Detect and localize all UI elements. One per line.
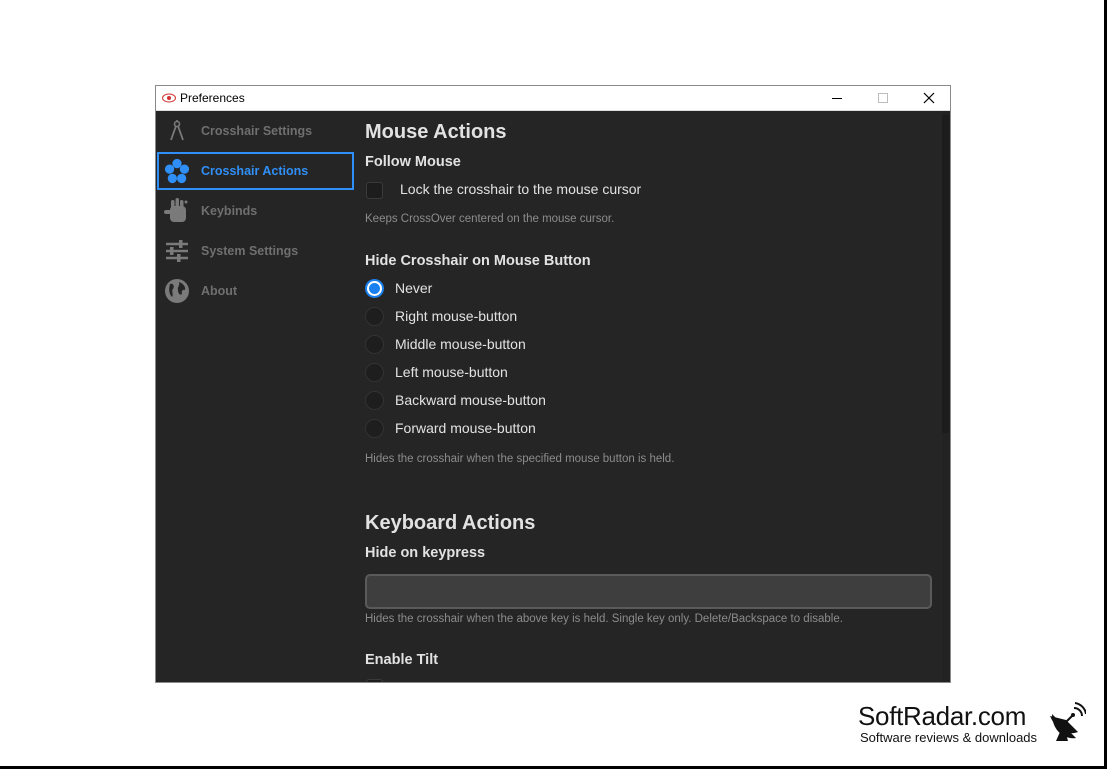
section-heading-keyboard-actions: Keyboard Actions bbox=[365, 512, 536, 534]
hide-on-keypress-heading: Hide on keypress bbox=[365, 545, 486, 561]
satellite-dish-icon bbox=[1050, 702, 1086, 741]
sidebar-item-label: Crosshair Actions bbox=[201, 164, 309, 178]
radio-right-mouse-button[interactable] bbox=[365, 307, 384, 326]
sidebar-item-label: System Settings bbox=[201, 244, 299, 258]
sidebar-item-label: Crosshair Settings bbox=[201, 124, 313, 138]
settings-content: Mouse Actions Follow Mouse Lock the cros… bbox=[355, 111, 942, 682]
hide-on-button-heading: Hide Crosshair on Mouse Button bbox=[365, 253, 591, 269]
minimize-icon bbox=[832, 98, 842, 99]
watermark-title: SoftRadar.com bbox=[858, 701, 1027, 731]
hide-on-keypress-description: Hides the crosshair when the above key i… bbox=[365, 613, 843, 625]
close-icon bbox=[923, 92, 935, 104]
preferences-window: Preferences Crosshair Settings Crosshair… bbox=[155, 85, 951, 683]
section-heading-mouse-actions: Mouse Actions bbox=[365, 121, 507, 143]
enable-tilt-checkbox[interactable] bbox=[366, 679, 383, 682]
radio-backward-mouse-button[interactable] bbox=[365, 391, 384, 410]
sidebar: Crosshair Settings Crosshair Actions Key… bbox=[156, 111, 355, 682]
scrollbar-thumb[interactable] bbox=[942, 115, 949, 433]
sidebar-item-system-settings[interactable]: System Settings bbox=[157, 232, 354, 270]
radio-label[interactable]: Right mouse-button bbox=[395, 308, 517, 324]
sidebar-item-about[interactable]: About bbox=[157, 272, 354, 310]
enable-tilt-heading: Enable Tilt bbox=[365, 652, 439, 668]
radio-never[interactable] bbox=[365, 279, 384, 298]
radio-middle-mouse-button[interactable] bbox=[365, 335, 384, 354]
maximize-button[interactable] bbox=[860, 86, 906, 110]
lock-crosshair-label[interactable]: Lock the crosshair to the mouse cursor bbox=[400, 181, 641, 197]
sidebar-item-crosshair-actions[interactable]: Crosshair Actions bbox=[157, 152, 354, 190]
radio-left-mouse-button[interactable] bbox=[365, 363, 384, 382]
globe-icon bbox=[164, 278, 190, 304]
window-title: Preferences bbox=[180, 91, 245, 105]
follow-mouse-description: Keeps CrossOver centered on the mouse cu… bbox=[365, 213, 615, 225]
radio-label[interactable]: Forward mouse-button bbox=[395, 420, 536, 436]
minimize-button[interactable] bbox=[814, 86, 860, 110]
close-button[interactable] bbox=[906, 86, 950, 110]
app-eye-icon bbox=[162, 93, 176, 103]
compass-icon bbox=[164, 118, 190, 144]
radio-label[interactable]: Middle mouse-button bbox=[395, 336, 526, 352]
hide-on-button-description: Hides the crosshair when the specified m… bbox=[365, 453, 675, 465]
follow-mouse-heading: Follow Mouse bbox=[365, 154, 461, 170]
radio-label[interactable]: Left mouse-button bbox=[395, 364, 508, 380]
lock-crosshair-checkbox[interactable] bbox=[366, 182, 383, 199]
sliders-icon bbox=[164, 238, 190, 264]
hand-icon bbox=[164, 198, 190, 224]
watermark-subtitle: Software reviews & downloads bbox=[860, 730, 1038, 745]
softradar-watermark: SoftRadar.com Software reviews & downloa… bbox=[858, 700, 1088, 750]
hide-keypress-input[interactable] bbox=[365, 574, 932, 609]
sidebar-item-label: About bbox=[201, 284, 238, 298]
title-bar[interactable]: Preferences bbox=[156, 86, 950, 111]
radio-label[interactable]: Never bbox=[395, 280, 432, 296]
flower-icon bbox=[164, 158, 190, 184]
sidebar-item-label: Keybinds bbox=[201, 204, 258, 218]
radio-forward-mouse-button[interactable] bbox=[365, 419, 384, 438]
maximize-icon bbox=[878, 93, 888, 103]
radio-label[interactable]: Backward mouse-button bbox=[395, 392, 546, 408]
sidebar-item-keybinds[interactable]: Keybinds bbox=[157, 192, 354, 230]
sidebar-item-crosshair-settings[interactable]: Crosshair Settings bbox=[157, 112, 354, 150]
